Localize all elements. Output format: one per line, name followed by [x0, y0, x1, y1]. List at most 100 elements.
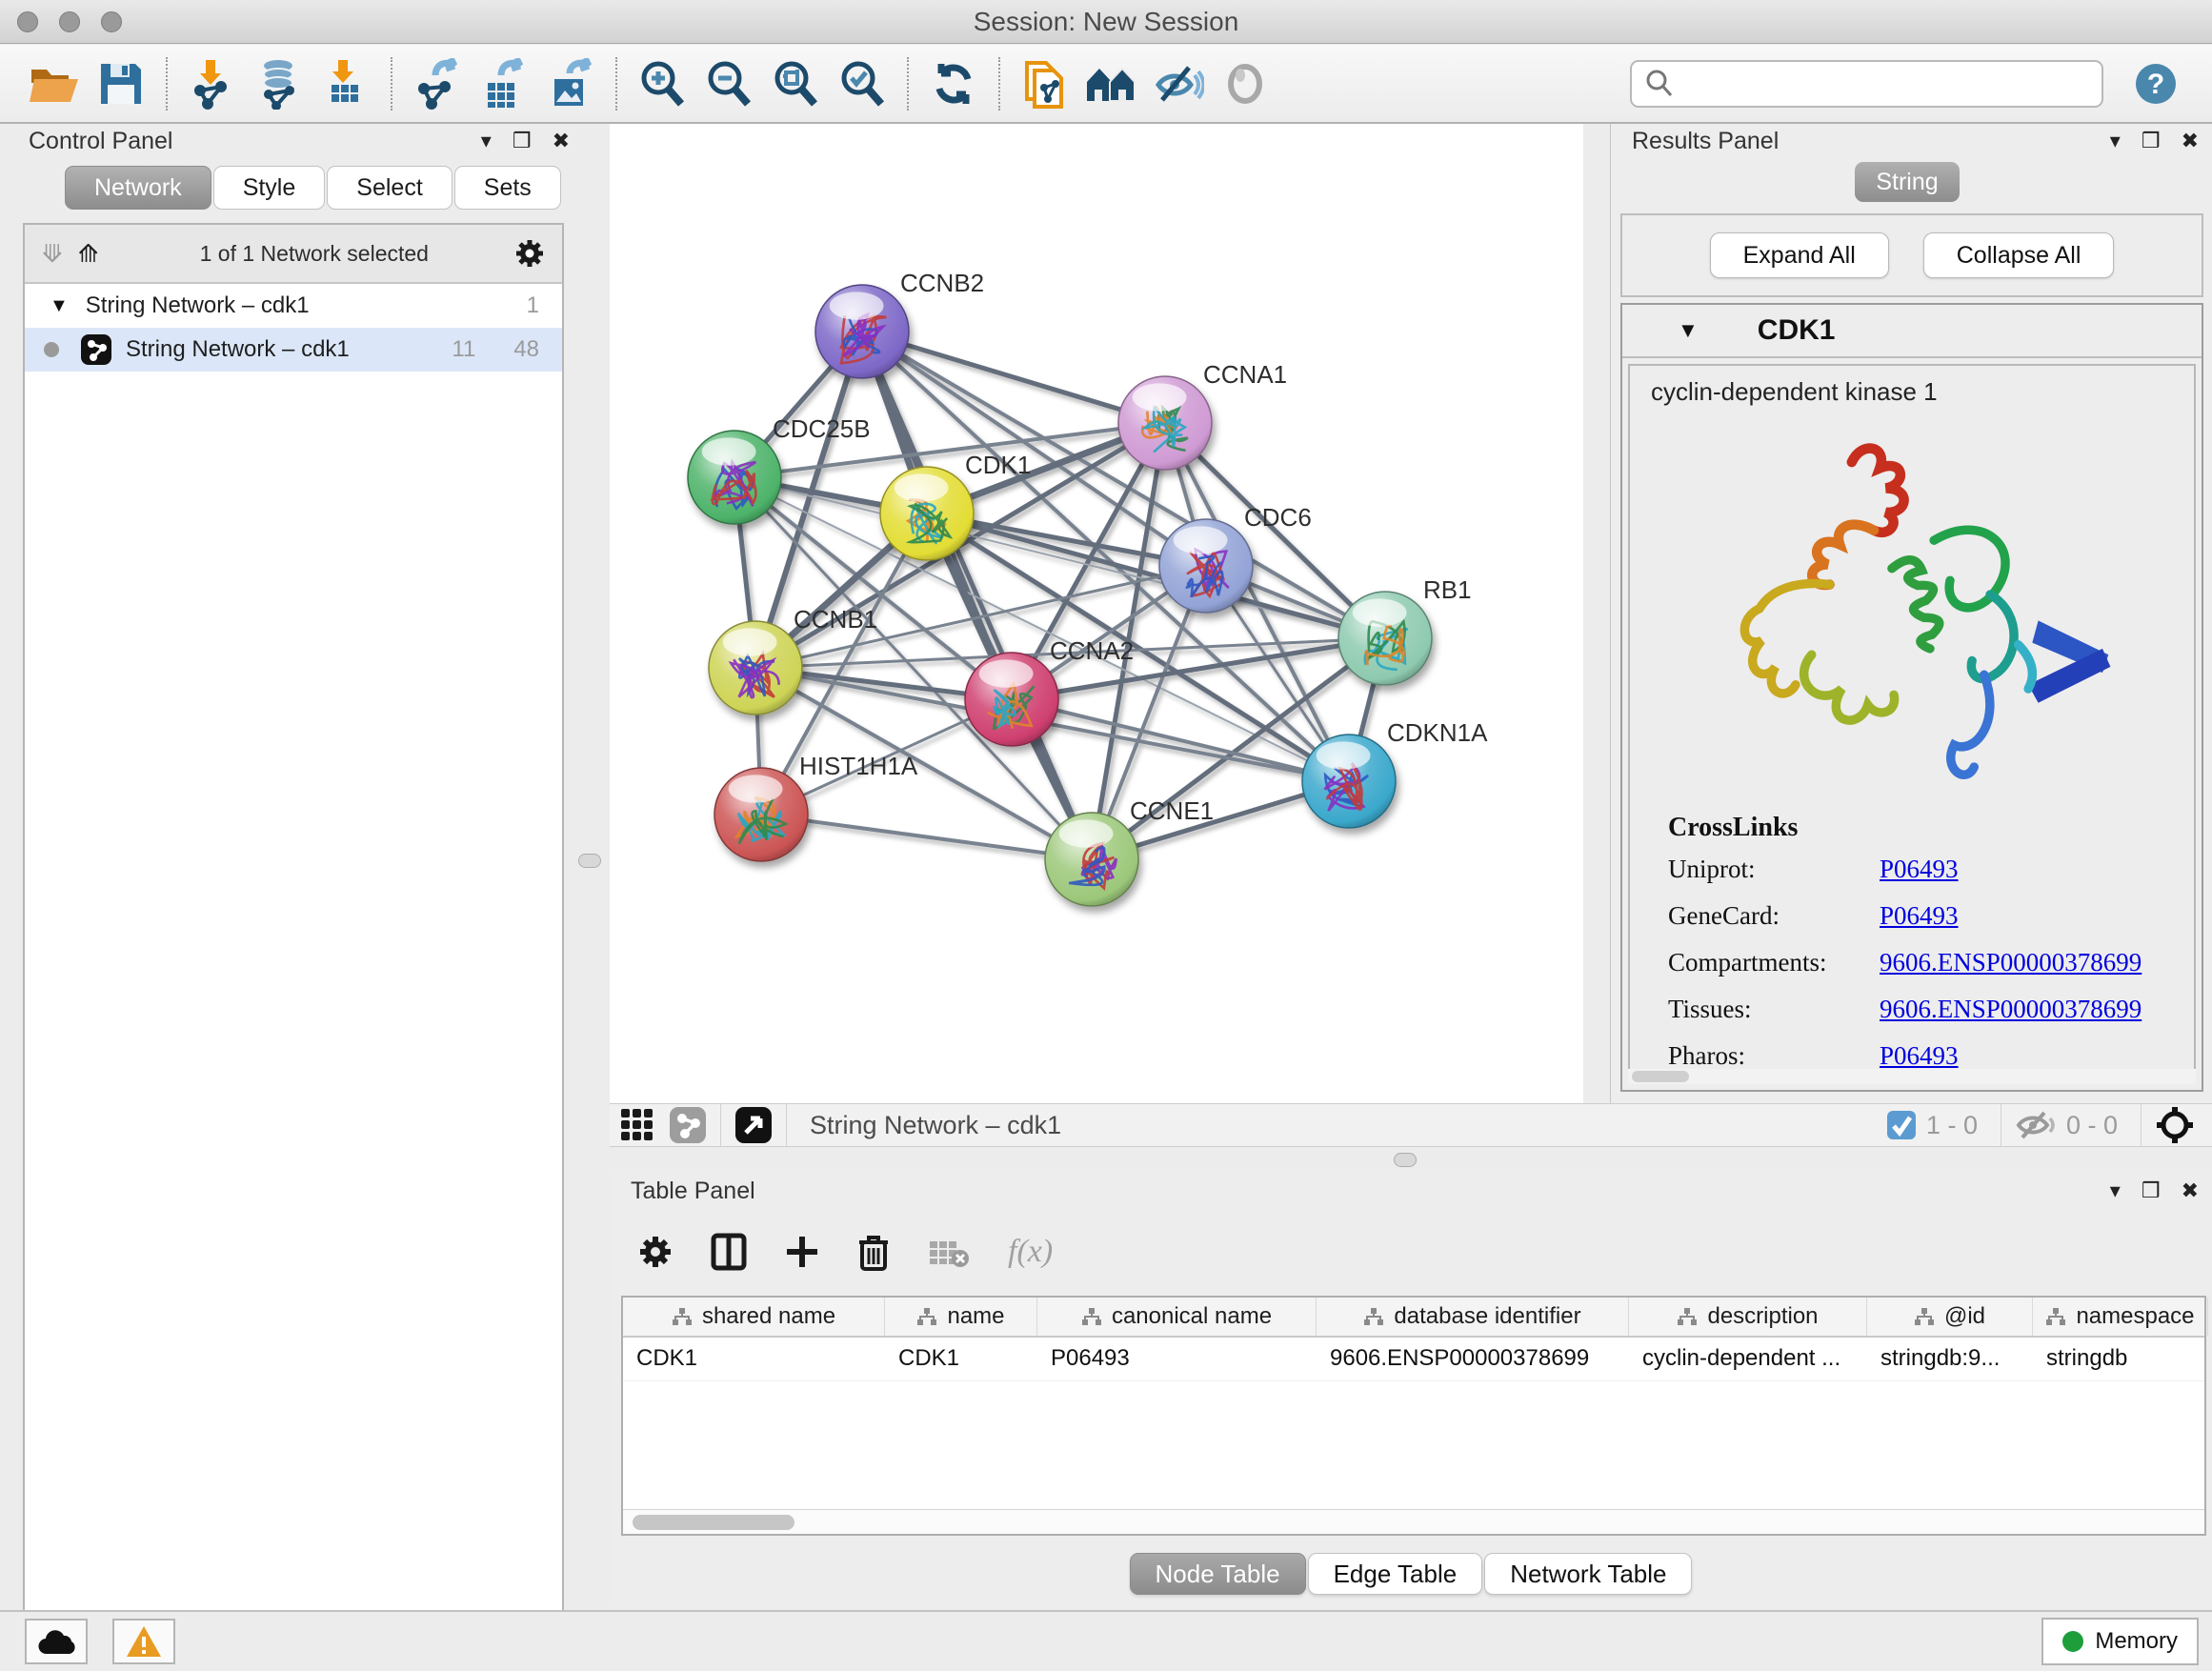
node-CCNB2[interactable]: [815, 285, 909, 378]
horizontal-splitter-grip[interactable]: [1394, 1153, 1417, 1167]
panel-close-icon[interactable]: ✖: [2182, 1180, 2199, 1201]
node-CDK1[interactable]: [880, 467, 974, 560]
crosslink-value-link[interactable]: P06493: [1880, 1041, 1959, 1071]
column-header-at-id[interactable]: @id: [1867, 1298, 2033, 1336]
panel-menu-icon[interactable]: ▾: [2110, 1180, 2121, 1201]
panel-menu-icon[interactable]: ▾: [481, 131, 492, 151]
node-CDC25B[interactable]: [688, 431, 781, 524]
open-in-window-icon[interactable]: [734, 1106, 773, 1144]
edge-CCNB2-CCNA1[interactable]: [862, 332, 1165, 423]
table-cell[interactable]: cyclin-dependent ...: [1629, 1338, 1867, 1380]
node-RB1[interactable]: [1338, 592, 1432, 685]
delete-table-icon[interactable]: [928, 1236, 970, 1268]
zoom-fit-button[interactable]: [769, 57, 822, 111]
column-header-canonical-name[interactable]: canonical name: [1037, 1298, 1317, 1336]
panel-close-icon[interactable]: ✖: [553, 131, 570, 151]
table-cell[interactable]: stringdb: [2033, 1338, 2208, 1380]
search-input[interactable]: [1676, 69, 2085, 98]
panel-float-icon[interactable]: ❒: [513, 131, 532, 151]
crosslink-value-link[interactable]: P06493: [1880, 855, 1959, 884]
table-row[interactable]: CDK1CDK1P064939606.ENSP00000378699cyclin…: [623, 1338, 2204, 1381]
expand-all-button[interactable]: Expand All: [1710, 232, 1889, 278]
crosslink-value-link[interactable]: 9606.ENSP00000378699: [1880, 995, 2142, 1024]
table-scrollbar-thumb[interactable]: [633, 1515, 794, 1530]
edge-CCNA2-CDKN1A[interactable]: [1012, 699, 1349, 781]
collection-expand-caret[interactable]: ▼: [50, 295, 69, 317]
edge-HIST1H1A-CCNE1[interactable]: [761, 815, 1092, 859]
column-header-name[interactable]: name: [885, 1298, 1037, 1336]
collapse-all-icon[interactable]: ⟱: [42, 239, 63, 269]
delete-column-trash-icon[interactable]: [857, 1233, 890, 1271]
tab-select[interactable]: Select: [327, 166, 452, 210]
zoom-in-button[interactable]: [635, 57, 689, 111]
results-scrollbar[interactable]: [1628, 1069, 2196, 1084]
node-CCNA1[interactable]: [1118, 376, 1212, 470]
network-canvas[interactable]: CCNB2CCNA1CDC25BCDK1CDC6RB1CCNB1CCNA2CDK…: [610, 124, 1583, 1103]
panel-float-icon[interactable]: ❒: [2142, 1180, 2161, 1201]
tab-sets[interactable]: Sets: [454, 166, 561, 210]
panel-close-icon[interactable]: ✖: [2182, 131, 2199, 151]
network-row-selected[interactable]: String Network – cdk1 11 48: [25, 328, 562, 372]
tab-edge-table[interactable]: Edge Table: [1308, 1553, 1483, 1595]
network-results-splitter[interactable]: [1583, 124, 1610, 1103]
warnings-button[interactable]: [112, 1619, 175, 1664]
node-CCNE1[interactable]: [1045, 813, 1138, 906]
tab-style[interactable]: Style: [213, 166, 326, 210]
crosslink-value-link[interactable]: P06493: [1880, 901, 1959, 931]
node-HIST1H1A[interactable]: [714, 768, 808, 861]
first-neighbors-button[interactable]: [1085, 57, 1138, 111]
import-table-button[interactable]: [319, 57, 372, 111]
table-cell[interactable]: 9606.ENSP00000378699: [1317, 1338, 1629, 1380]
export-table-button[interactable]: [477, 57, 531, 111]
export-network-button[interactable]: [411, 57, 464, 111]
node-CDC6[interactable]: [1159, 519, 1253, 613]
network-thumbnail-icon[interactable]: [669, 1106, 707, 1144]
left-splitter-grip[interactable]: [578, 854, 601, 868]
import-network-file-button[interactable]: [186, 57, 239, 111]
protein-header-row[interactable]: ▼ CDK1: [1622, 305, 2202, 358]
node-CCNB1[interactable]: [709, 621, 802, 715]
save-session-button[interactable]: [94, 57, 148, 111]
tab-string[interactable]: String: [1855, 162, 1960, 202]
copy-style-button[interactable]: [1018, 57, 1072, 111]
tab-network-table[interactable]: Network Table: [1484, 1553, 1692, 1595]
network-collection-row[interactable]: ▼ String Network – cdk1 1: [25, 284, 562, 328]
search-field[interactable]: [1630, 60, 2103, 108]
panel-menu-icon[interactable]: ▾: [2110, 131, 2121, 151]
zoom-selected-button[interactable]: [835, 57, 889, 111]
node-CDKN1A[interactable]: [1302, 735, 1396, 828]
panel-float-icon[interactable]: ❒: [2142, 131, 2161, 151]
expand-all-icon[interactable]: ⟰: [78, 239, 99, 269]
collapse-all-button[interactable]: Collapse All: [1923, 232, 2115, 278]
cloud-status-button[interactable]: [25, 1619, 88, 1664]
node-CCNA2[interactable]: [965, 653, 1058, 746]
results-scrollbar-thumb[interactable]: [1632, 1071, 1689, 1082]
table-cell[interactable]: stringdb:9...: [1867, 1338, 2033, 1380]
memory-button[interactable]: Memory: [2041, 1618, 2199, 1665]
table-cell[interactable]: CDK1: [885, 1338, 1037, 1380]
column-header-database-identifier[interactable]: database identifier: [1317, 1298, 1629, 1336]
zoom-out-button[interactable]: [702, 57, 755, 111]
column-header-description[interactable]: description: [1629, 1298, 1867, 1336]
table-cell[interactable]: CDK1: [623, 1338, 885, 1380]
table-options-gear-icon[interactable]: [638, 1235, 673, 1269]
hide-selected-button[interactable]: [1152, 57, 1205, 111]
birds-eye-crosshair-icon[interactable]: [2155, 1105, 2195, 1145]
export-image-button[interactable]: [544, 57, 597, 111]
apply-layout-button[interactable]: [927, 57, 980, 111]
tab-node-table[interactable]: Node Table: [1130, 1553, 1306, 1595]
tab-network[interactable]: Network: [65, 166, 211, 210]
network-list-options-gear-icon[interactable]: [514, 238, 545, 269]
import-network-database-button[interactable]: [252, 57, 306, 111]
column-header-shared-name[interactable]: shared name: [623, 1298, 885, 1336]
grid-view-icon[interactable]: [619, 1107, 655, 1143]
function-builder-icon[interactable]: f(x): [1008, 1234, 1053, 1270]
crosslink-value-link[interactable]: 9606.ENSP00000378699: [1880, 948, 2142, 977]
column-header-namespace[interactable]: namespace: [2033, 1298, 2208, 1336]
add-column-icon[interactable]: [785, 1235, 819, 1269]
table-cell[interactable]: P06493: [1037, 1338, 1317, 1380]
protein-collapse-caret[interactable]: ▼: [1678, 318, 1699, 343]
network-graph[interactable]: CCNB2CCNA1CDC25BCDK1CDC6RB1CCNB1CCNA2CDK…: [610, 124, 1583, 1103]
open-session-button[interactable]: [28, 57, 81, 111]
show-all-button[interactable]: [1218, 57, 1272, 111]
